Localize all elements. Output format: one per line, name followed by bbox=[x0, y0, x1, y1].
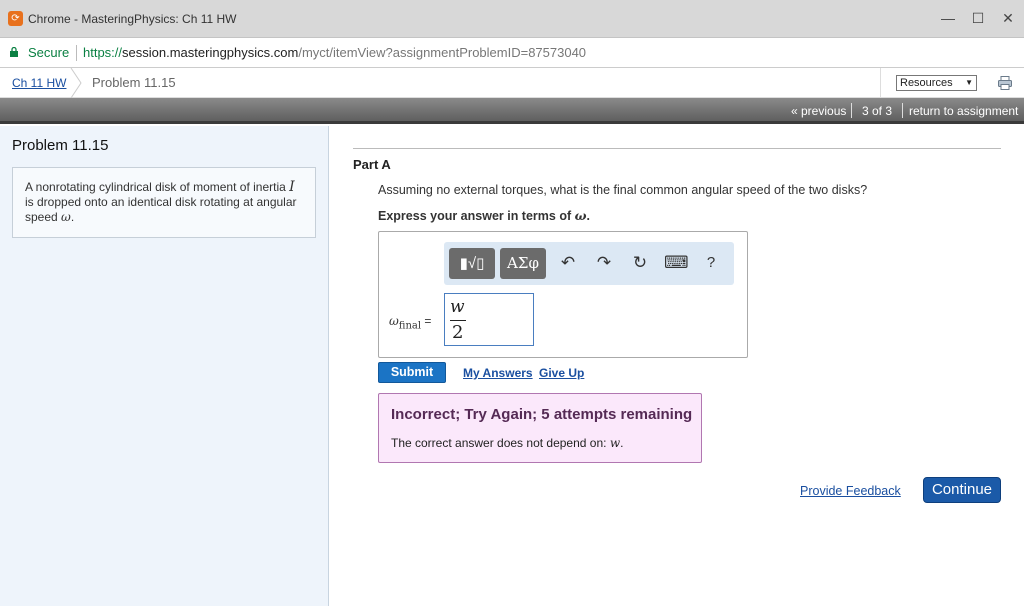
feedback-text: The correct answer does not depend on: w… bbox=[391, 436, 623, 450]
answer-input[interactable]: w 2 bbox=[444, 293, 534, 346]
previous-link[interactable]: « previous bbox=[791, 104, 846, 118]
express-symbol: ω bbox=[574, 208, 587, 223]
secure-label: Secure bbox=[28, 45, 70, 60]
reset-icon[interactable]: ↻ bbox=[629, 252, 651, 274]
express-instruction: Express your answer in terms of ω. bbox=[378, 208, 590, 223]
answer-box: ▮√▯ ΑΣφ ↶ ↷ ↻ ⌨ ? ωfinal = w 2 bbox=[378, 231, 748, 358]
fraction-numerator: w bbox=[450, 297, 465, 317]
chevron-right-icon bbox=[70, 68, 82, 98]
problem-statement: A nonrotating cylindrical disk of moment… bbox=[12, 167, 316, 238]
url-host: session.masteringphysics.com bbox=[122, 45, 299, 60]
answer-variable-subscript: final bbox=[398, 320, 422, 332]
chrome-app-icon: ⟳ bbox=[8, 11, 23, 26]
nav-separator bbox=[851, 103, 852, 118]
feedback-box: Incorrect; Try Again; 5 attempts remaini… bbox=[378, 393, 702, 463]
answer-variable: ω bbox=[389, 314, 399, 328]
give-up-link[interactable]: Give Up bbox=[539, 366, 584, 380]
feedback-title: Incorrect; Try Again; 5 attempts remaini… bbox=[391, 406, 693, 423]
inertia-symbol: I bbox=[289, 179, 295, 195]
feedback-symbol: w bbox=[609, 436, 621, 450]
my-answers-link[interactable]: My Answers bbox=[463, 366, 533, 380]
breadcrumb-current: Problem 11.15 bbox=[92, 75, 176, 90]
nav-separator bbox=[902, 103, 903, 118]
part-divider bbox=[353, 148, 1001, 149]
submit-button[interactable]: Submit bbox=[378, 362, 446, 383]
express-suffix: . bbox=[586, 209, 590, 223]
omega-symbol: ω bbox=[61, 210, 71, 224]
minimize-button[interactable]: — bbox=[938, 8, 958, 28]
keyboard-icon[interactable]: ⌨ bbox=[664, 252, 689, 274]
lock-icon bbox=[10, 47, 18, 57]
part-label: Part A bbox=[353, 157, 391, 172]
question-text: Assuming no external torques, what is th… bbox=[378, 183, 868, 197]
window-title: Chrome - MasteringPhysics: Ch 11 HW bbox=[28, 12, 237, 26]
greek-symbols-button[interactable]: ΑΣφ bbox=[500, 248, 546, 279]
express-prefix: Express your answer in terms of bbox=[378, 209, 575, 223]
address-separator bbox=[76, 45, 77, 61]
resources-area: Resources ▼ bbox=[880, 68, 1024, 98]
answer-variable-label: ωfinal = bbox=[389, 314, 431, 331]
resources-label: Resources bbox=[900, 77, 953, 89]
breadcrumb-assignment-link[interactable]: Ch 11 HW bbox=[12, 76, 66, 90]
close-button[interactable]: ✕ bbox=[998, 8, 1018, 28]
url-scheme: https:// bbox=[83, 45, 123, 60]
templates-button[interactable]: ▮√▯ bbox=[449, 248, 495, 279]
fraction-denominator: 2 bbox=[452, 322, 464, 343]
fraction-bar bbox=[450, 320, 466, 321]
provide-feedback-link[interactable]: Provide Feedback bbox=[800, 484, 901, 498]
feedback-text-suffix: . bbox=[620, 436, 624, 450]
breadcrumb: Ch 11 HW Problem 11.15 Resources ▼ bbox=[0, 68, 1024, 98]
printer-icon[interactable] bbox=[997, 75, 1013, 91]
url-text[interactable]: https://session.masteringphysics.com/myc… bbox=[83, 45, 586, 60]
problem-text-3: . bbox=[70, 210, 75, 224]
math-toolbar: ▮√▯ ΑΣφ ↶ ↷ ↻ ⌨ ? bbox=[444, 242, 734, 285]
window-titlebar: ⟳ Chrome - MasteringPhysics: Ch 11 HW — … bbox=[0, 0, 1024, 38]
redo-icon[interactable]: ↷ bbox=[593, 252, 615, 274]
problem-title: Problem 11.15 bbox=[12, 137, 109, 154]
address-bar[interactable]: Secure https://session.masteringphysics.… bbox=[0, 38, 1024, 68]
resources-select[interactable]: Resources ▼ bbox=[896, 75, 977, 91]
problem-panel: Problem 11.15 A nonrotating cylindrical … bbox=[0, 126, 329, 606]
equals-sign: = bbox=[424, 314, 432, 328]
undo-icon[interactable]: ↶ bbox=[557, 252, 579, 274]
continue-button[interactable]: Continue bbox=[923, 477, 1001, 503]
caret-down-icon: ▼ bbox=[965, 78, 973, 87]
problem-text-1: A nonrotating cylindrical disk of moment… bbox=[25, 180, 290, 194]
part-a-panel: Part A Assuming no external torques, wha… bbox=[329, 126, 1024, 606]
url-path: /myct/itemView?assignmentProblemID=87573… bbox=[298, 45, 587, 60]
help-icon[interactable]: ? bbox=[700, 252, 722, 274]
maximize-button[interactable]: ☐ bbox=[968, 8, 988, 28]
problem-position: 3 of 3 bbox=[862, 104, 893, 118]
return-to-assignment-link[interactable]: return to assignment bbox=[909, 104, 1018, 118]
feedback-text-prefix: The correct answer does not depend on: bbox=[391, 436, 610, 450]
problem-nav-strip: « previous 3 of 3 return to assignment bbox=[0, 98, 1024, 124]
